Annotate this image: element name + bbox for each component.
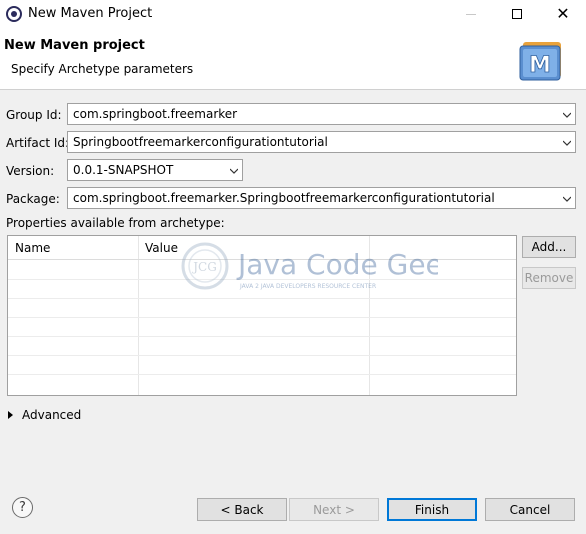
row-divider bbox=[8, 336, 516, 337]
version-value: 0.0.1-SNAPSHOT bbox=[73, 163, 174, 177]
add-property-label: Add... bbox=[531, 240, 567, 254]
row-divider bbox=[8, 374, 516, 375]
next-button[interactable]: Next > bbox=[289, 498, 379, 521]
group-id-value: com.springboot.freemarker bbox=[73, 107, 238, 121]
package-label: Package: bbox=[6, 192, 60, 206]
title-bar: New Maven Project ✕ bbox=[0, 0, 586, 28]
maven-logo-letter: M bbox=[529, 53, 551, 78]
next-label: Next > bbox=[313, 502, 355, 517]
java-code-geeks-watermark: JCG Java Code Geeks JAVA 2 JAVA DEVELOPE… bbox=[181, 242, 438, 290]
back-label: < Back bbox=[220, 502, 264, 517]
page-title: New Maven project bbox=[4, 38, 145, 53]
back-button[interactable]: < Back bbox=[197, 498, 287, 521]
watermark-tagline: JAVA 2 JAVA DEVELOPERS RESOURCE CENTER bbox=[239, 283, 376, 290]
minimize-button[interactable] bbox=[448, 0, 494, 28]
group-id-combo[interactable]: com.springboot.freemarker bbox=[67, 103, 576, 125]
watermark-badge: JCG bbox=[191, 260, 217, 274]
chevron-down-icon bbox=[563, 112, 571, 118]
help-glyph: ? bbox=[19, 500, 26, 515]
maximize-icon bbox=[512, 9, 522, 19]
chevron-down-icon bbox=[563, 196, 571, 202]
expand-triangle-icon bbox=[8, 411, 13, 419]
properties-table[interactable]: Name Value JCG Java Code Geeks JAVA 2 JA… bbox=[7, 235, 517, 396]
advanced-label: Advanced bbox=[22, 408, 82, 422]
maximize-button[interactable] bbox=[494, 0, 540, 28]
help-icon[interactable]: ? bbox=[12, 497, 33, 518]
cancel-button[interactable]: Cancel bbox=[485, 498, 575, 521]
close-icon: ✕ bbox=[556, 4, 570, 23]
minimize-icon bbox=[466, 13, 476, 15]
artifact-id-combo[interactable]: Springbootfreemarkerconfigurationtutoria… bbox=[67, 131, 576, 153]
wizard-header: New Maven project Specify Archetype para… bbox=[0, 28, 586, 90]
cancel-label: Cancel bbox=[509, 502, 551, 517]
chevron-down-icon bbox=[563, 140, 571, 146]
advanced-expander[interactable]: Advanced bbox=[8, 408, 81, 422]
version-label: Version: bbox=[6, 164, 55, 178]
finish-label: Finish bbox=[414, 502, 450, 517]
page-description: Specify Archetype parameters bbox=[11, 62, 194, 76]
group-id-label: Group Id: bbox=[6, 108, 62, 122]
version-combo[interactable]: 0.0.1-SNAPSHOT bbox=[67, 159, 243, 181]
package-value: com.springboot.freemarker.Springbootfree… bbox=[73, 191, 495, 205]
close-button[interactable]: ✕ bbox=[540, 0, 586, 28]
artifact-id-label: Artifact Id: bbox=[6, 136, 70, 150]
finish-button[interactable]: Finish bbox=[387, 498, 477, 521]
column-header-value[interactable]: Value bbox=[145, 241, 178, 255]
watermark-brand: Java Code Geeks bbox=[236, 248, 438, 281]
eclipse-app-icon bbox=[6, 6, 22, 22]
properties-label: Properties available from archetype: bbox=[6, 216, 225, 230]
remove-property-button[interactable]: Remove bbox=[522, 267, 576, 289]
row-divider bbox=[8, 317, 516, 318]
column-header-name[interactable]: Name bbox=[15, 241, 50, 255]
chevron-down-icon bbox=[230, 168, 238, 174]
window-title: New Maven Project bbox=[28, 6, 153, 21]
artifact-id-value: Springbootfreemarkerconfigurationtutoria… bbox=[73, 135, 328, 149]
row-divider bbox=[8, 355, 516, 356]
add-property-button[interactable]: Add... bbox=[522, 236, 576, 258]
package-combo[interactable]: com.springboot.freemarker.Springbootfree… bbox=[67, 187, 576, 209]
remove-property-label: Remove bbox=[524, 271, 574, 285]
maven-logo-icon: M bbox=[519, 42, 561, 81]
